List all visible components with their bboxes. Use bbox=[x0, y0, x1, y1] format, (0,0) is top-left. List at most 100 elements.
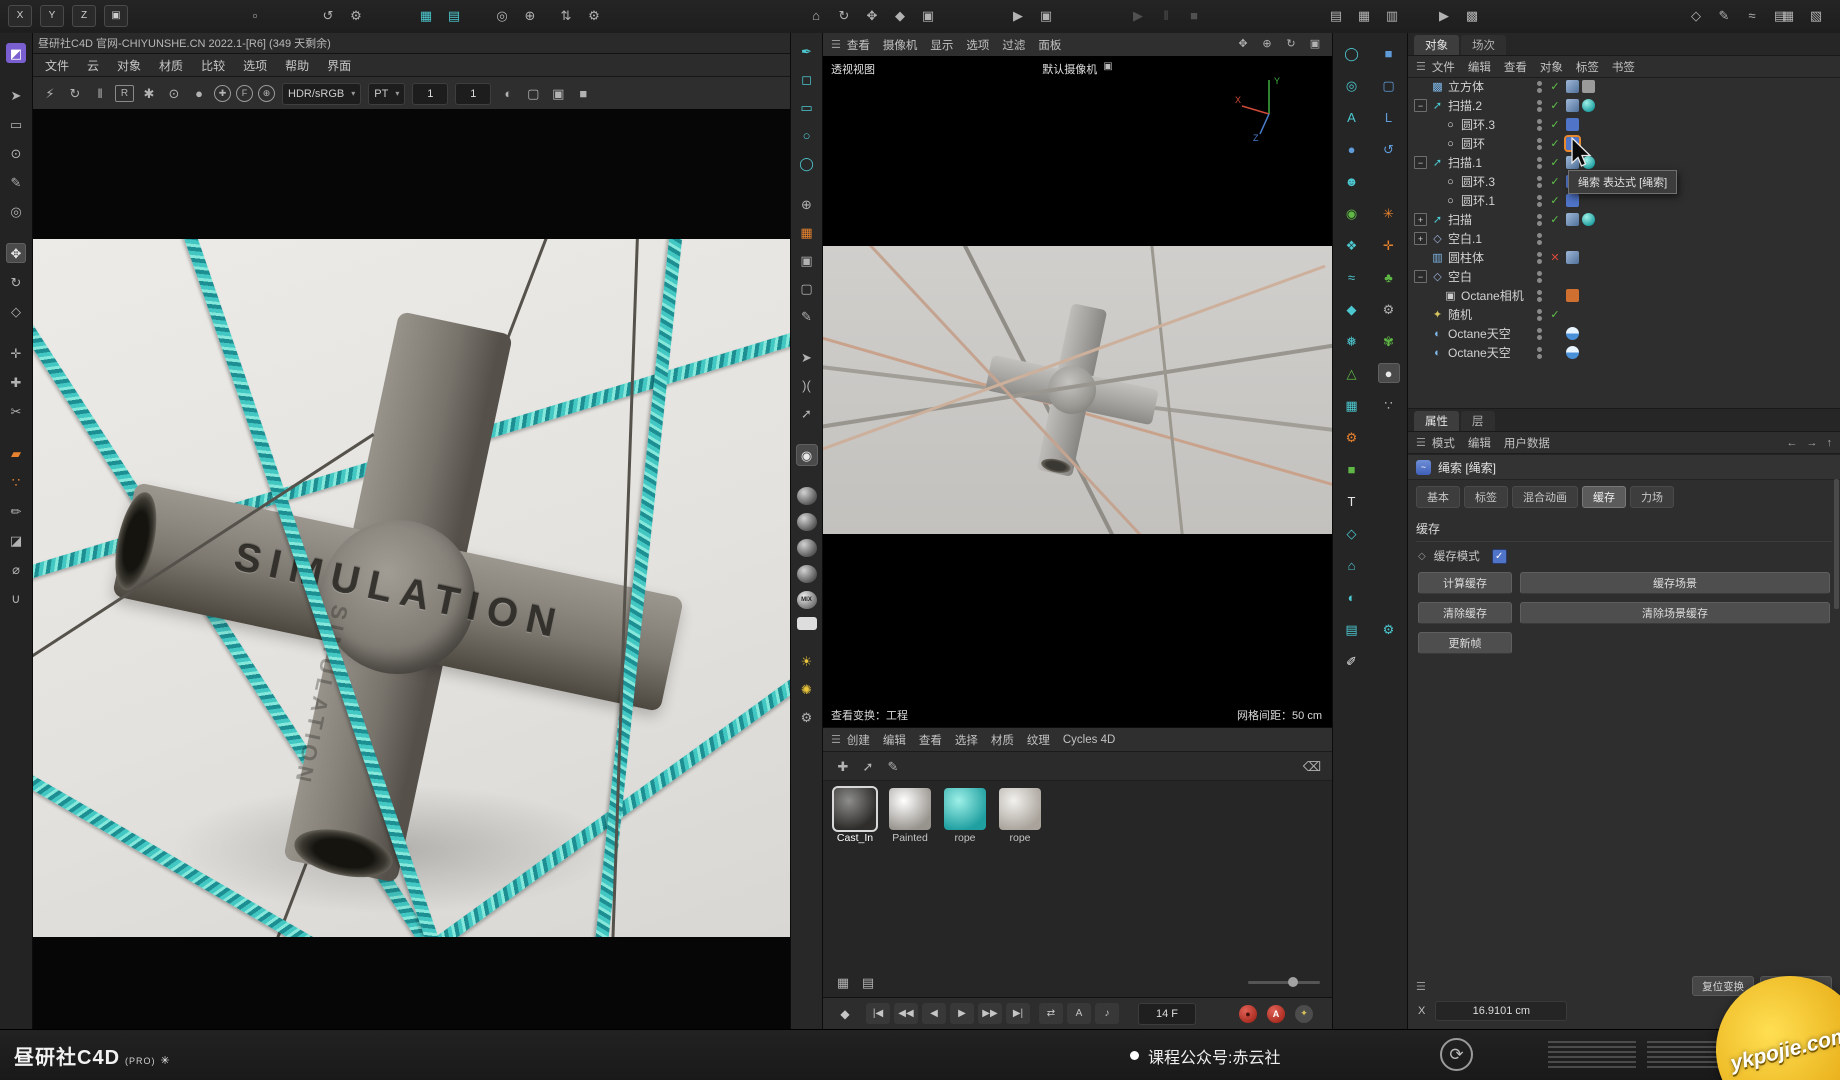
response-mode-select[interactable]: HDR/sRGB ▾ bbox=[282, 83, 361, 105]
list-view-icon[interactable]: ▤ bbox=[858, 972, 878, 992]
object-name[interactable]: Octane相机 bbox=[1461, 287, 1524, 304]
visibility-dots[interactable] bbox=[1532, 252, 1546, 264]
white-balance-icon[interactable]: ⊕ bbox=[258, 85, 275, 102]
attr-tab-混合动画[interactable]: 混合动画 bbox=[1512, 486, 1578, 508]
workplane-icon[interactable]: ▣ bbox=[104, 5, 128, 27]
material-ball3-icon[interactable] bbox=[797, 539, 817, 557]
material-thumbnail[interactable] bbox=[834, 788, 876, 830]
angle-icon[interactable]: L bbox=[1378, 107, 1400, 127]
freeze-icon[interactable]: ▣ bbox=[797, 250, 817, 270]
sketch-pencil-icon[interactable]: ✏ bbox=[6, 501, 26, 521]
clay-mode-icon[interactable]: ● bbox=[189, 84, 209, 104]
keyframe-diamond-icon[interactable]: ◆ bbox=[833, 1003, 857, 1024]
enable-toggle[interactable]: ✓ bbox=[1546, 118, 1564, 131]
shell-icon[interactable]: ◇ bbox=[1341, 523, 1363, 543]
material-thumbnail[interactable] bbox=[944, 788, 986, 830]
menu-比较[interactable]: 比较 bbox=[201, 57, 225, 74]
hook-icon[interactable]: ➚ bbox=[797, 403, 817, 423]
flower-icon[interactable]: ✾ bbox=[1378, 331, 1400, 351]
cloner-icon[interactable]: ❖ bbox=[1341, 235, 1363, 255]
tex-tag-icon[interactable] bbox=[1582, 99, 1595, 112]
visibility-dots[interactable] bbox=[1532, 290, 1546, 302]
enable-toggle[interactable]: ✓ bbox=[1546, 156, 1564, 169]
menu-纹理[interactable]: 纹理 bbox=[1027, 732, 1050, 748]
goto-start-icon[interactable]: |◀ bbox=[866, 1003, 890, 1024]
vp-dolly-icon[interactable]: ⊕ bbox=[1258, 36, 1276, 54]
frame-icon[interactable]: ▢ bbox=[797, 278, 817, 298]
grid-teal-icon[interactable]: ▦ bbox=[1341, 395, 1363, 415]
menu-编辑[interactable]: 编辑 bbox=[883, 732, 906, 748]
visibility-dots[interactable] bbox=[1532, 138, 1546, 150]
expand-toggle[interactable]: − bbox=[1414, 270, 1427, 283]
visibility-dots[interactable] bbox=[1532, 214, 1546, 226]
pause-render-icon[interactable]: ‖ bbox=[90, 84, 110, 104]
rotate-tool-icon[interactable]: ↻ bbox=[6, 272, 26, 292]
sphere-primitive-icon[interactable]: ○ bbox=[797, 125, 817, 145]
tool-gear-icon[interactable]: ⚙ bbox=[584, 5, 604, 25]
magnify-icon[interactable]: ◎ bbox=[6, 201, 26, 221]
blue-tag-icon[interactable] bbox=[1566, 194, 1579, 207]
expand-toggle[interactable]: + bbox=[1414, 232, 1427, 245]
cube-blue-icon[interactable]: ■ bbox=[1378, 43, 1400, 63]
menu-查看[interactable]: 查看 bbox=[919, 732, 942, 748]
particle-dots-icon[interactable]: ∵ bbox=[6, 472, 26, 492]
visibility-dots[interactable] bbox=[1532, 233, 1546, 245]
clear-cache-button[interactable]: 清除缓存 bbox=[1418, 602, 1512, 624]
autokey-mode-icon[interactable]: A bbox=[1067, 1003, 1091, 1024]
mix-material-icon[interactable]: MIX bbox=[797, 591, 817, 609]
frame-all-icon[interactable]: ▣ bbox=[918, 5, 938, 25]
sky-tag-icon[interactable] bbox=[1566, 346, 1579, 359]
hamburger-icon[interactable]: ☰ bbox=[1416, 60, 1426, 73]
menu-用户数据[interactable]: 用户数据 bbox=[1504, 435, 1550, 451]
triangle-green-icon[interactable]: △ bbox=[1341, 363, 1363, 383]
draw-pen-icon[interactable]: ✎ bbox=[1714, 5, 1734, 25]
calculate-cache-button[interactable]: 计算缓存 bbox=[1418, 572, 1512, 594]
menu-选项[interactable]: 选项 bbox=[243, 57, 267, 74]
enable-toggle[interactable]: ✕ bbox=[1546, 251, 1564, 264]
ball-green-icon[interactable]: ● bbox=[1378, 363, 1400, 383]
play-icon[interactable]: ▶ bbox=[950, 1003, 974, 1024]
axis-lock-icon[interactable]: ✛ bbox=[6, 343, 26, 363]
tab-属性[interactable]: 属性 bbox=[1414, 411, 1459, 431]
prev-key-icon[interactable]: ◀◀ bbox=[894, 1003, 918, 1024]
menu-创建[interactable]: 创建 bbox=[847, 732, 870, 748]
render-view-icon[interactable]: ▶ bbox=[1008, 5, 1028, 25]
material-item[interactable]: rope bbox=[942, 788, 988, 844]
object-row-随机[interactable]: ✦随机✓ bbox=[1408, 305, 1840, 324]
grid-view-icon[interactable]: ▦ bbox=[833, 972, 853, 992]
layers-icon[interactable]: ▤ bbox=[1341, 619, 1363, 639]
object-name[interactable]: 扫描 bbox=[1448, 211, 1472, 228]
material-item[interactable]: Painted bbox=[887, 788, 933, 844]
hamburger-icon[interactable]: ☰ bbox=[1416, 436, 1426, 449]
object-name[interactable]: 扫描.2 bbox=[1448, 97, 1482, 114]
object-row-Octane天空[interactable]: ◐Octane天空 bbox=[1408, 324, 1840, 343]
arrow-up-icon[interactable]: ➤ bbox=[797, 347, 817, 367]
menu-材质[interactable]: 材质 bbox=[991, 732, 1014, 748]
grid-array-icon[interactable]: ▦ bbox=[797, 222, 817, 242]
enable-toggle[interactable]: ✓ bbox=[1546, 137, 1564, 150]
object-name[interactable]: 空白 bbox=[1448, 268, 1472, 285]
burst-light-icon[interactable]: ✺ bbox=[797, 679, 817, 699]
diamond-teal-icon[interactable]: ◆ bbox=[1341, 299, 1363, 319]
camera-settings-icon[interactable]: ▣ bbox=[548, 84, 568, 104]
cache-section-header[interactable]: 缓存 bbox=[1416, 516, 1832, 542]
object-name[interactable]: Octane天空 bbox=[1448, 344, 1511, 361]
up-arrow-icon[interactable]: ↑ bbox=[1827, 437, 1833, 449]
pen-icon[interactable]: ✎ bbox=[6, 172, 26, 192]
coord-x-field[interactable]: 16.9101 cm bbox=[1435, 1001, 1567, 1021]
quantize-icon[interactable]: ▤ bbox=[444, 5, 464, 25]
enable-toggle[interactable]: ✓ bbox=[1546, 99, 1564, 112]
menu-面板[interactable]: 面板 bbox=[1038, 37, 1061, 53]
phong-tag-icon[interactable] bbox=[1566, 251, 1579, 264]
head-icon[interactable]: ☻ bbox=[1341, 171, 1363, 191]
asset-cabinet-icon[interactable]: ▦ bbox=[1778, 5, 1798, 25]
magnet-icon[interactable]: ∪ bbox=[6, 588, 26, 608]
play-small-icon[interactable]: ▶ bbox=[1128, 5, 1148, 25]
object-row-圆环.3[interactable]: ○圆环.3✓ bbox=[1408, 115, 1840, 134]
expand-toggle[interactable]: − bbox=[1414, 156, 1427, 169]
menu-选项[interactable]: 选项 bbox=[966, 37, 989, 53]
material-ball2-icon[interactable] bbox=[797, 513, 817, 531]
dots-icon[interactable]: ∵ bbox=[1378, 395, 1400, 415]
object-row-扫描.2[interactable]: −➚扫描.2✓ bbox=[1408, 96, 1840, 115]
material-item[interactable]: rope bbox=[997, 788, 1043, 844]
